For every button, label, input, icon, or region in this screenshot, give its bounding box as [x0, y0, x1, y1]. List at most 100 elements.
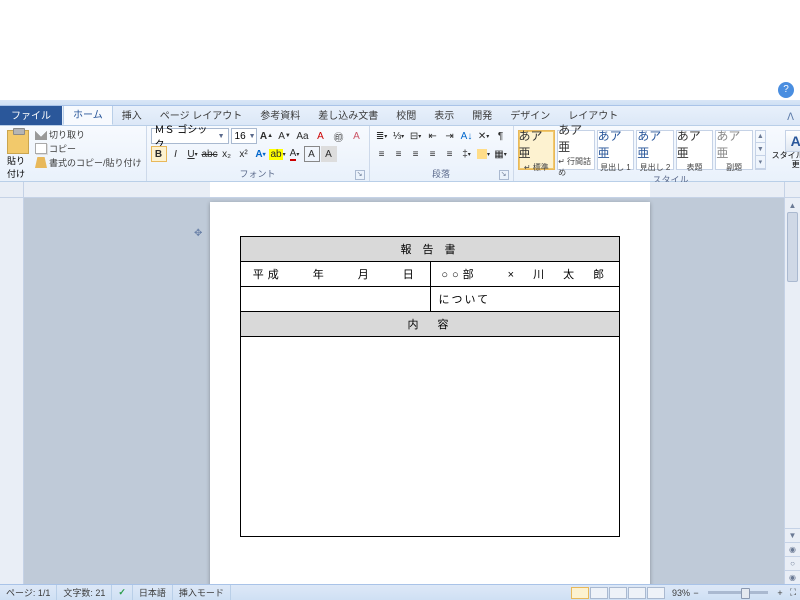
change-case-button[interactable]: Aa: [295, 128, 311, 144]
char-border-button[interactable]: A: [304, 146, 320, 162]
subscript-button[interactable]: x₂: [219, 146, 235, 162]
doc-subject-blank[interactable]: [241, 287, 431, 312]
doc-title-cell[interactable]: 報 告 書: [241, 237, 620, 262]
style-nospacing[interactable]: あア亜↵ 行間詰め: [557, 130, 595, 170]
vertical-scrollbar: ▲ ▼ ◉ ○ ◉: [784, 198, 800, 584]
group-font-label: フォント: [240, 169, 276, 179]
borders-button[interactable]: ▦▾: [493, 146, 509, 162]
grow-font-button[interactable]: A▲: [259, 128, 275, 144]
view-web-button[interactable]: [609, 587, 627, 599]
status-proofing[interactable]: ✓: [112, 585, 133, 600]
zoom-in-button[interactable]: +: [774, 588, 786, 598]
bullets-button[interactable]: ≣▾: [374, 128, 390, 144]
zoom-slider[interactable]: [708, 591, 768, 594]
doc-content-hdr[interactable]: 内 容: [241, 312, 620, 337]
char-shading-button[interactable]: A: [321, 146, 337, 162]
group-clipboard: 貼り付け 切り取り コピー 書式のコピー/貼り付け クリップボード↘: [0, 126, 147, 181]
font-launcher-icon[interactable]: ↘: [355, 170, 365, 180]
shrink-font-button[interactable]: A▼: [277, 128, 293, 144]
view-fullscreen-button[interactable]: [590, 587, 608, 599]
align-center-button[interactable]: ≡: [391, 146, 407, 162]
style-subtitle[interactable]: あア亜副題: [715, 130, 753, 170]
zoom-fit-icon[interactable]: ⛶: [786, 587, 800, 598]
tab-mailings[interactable]: 差し込み文書: [309, 104, 387, 125]
strikethrough-button[interactable]: abc: [202, 146, 218, 162]
status-language[interactable]: 日本語: [133, 585, 173, 600]
vertical-ruler[interactable]: [0, 198, 24, 584]
styles-up-icon[interactable]: ▲: [756, 131, 765, 144]
styles-down-icon[interactable]: ▼: [756, 143, 765, 156]
align-right-button[interactable]: ≡: [408, 146, 424, 162]
scroll-down-icon[interactable]: ▼: [785, 528, 800, 542]
doc-dept-cell[interactable]: ○○部 × 川 太 郎: [430, 262, 620, 287]
status-insert-mode[interactable]: 挿入モード: [173, 585, 231, 600]
scroll-thumb[interactable]: [787, 212, 798, 282]
status-page[interactable]: ページ: 1/1: [0, 585, 57, 600]
styles-more-icon[interactable]: ▾: [756, 156, 765, 169]
shading-button[interactable]: ▾: [476, 146, 492, 162]
numbering-button[interactable]: ⅓▾: [391, 128, 407, 144]
view-outline-button[interactable]: [628, 587, 646, 599]
zoom-out-button[interactable]: −: [690, 588, 702, 598]
next-page-icon[interactable]: ◉: [785, 570, 800, 584]
text-effects-button[interactable]: A▾: [253, 146, 269, 162]
tab-file[interactable]: ファイル: [0, 104, 62, 125]
line-spacing-button[interactable]: ‡▾: [459, 146, 475, 162]
bold-button[interactable]: B: [151, 146, 167, 162]
underline-button[interactable]: U▾: [185, 146, 201, 162]
align-left-button[interactable]: ≡: [374, 146, 390, 162]
view-print-layout-button[interactable]: [571, 587, 589, 599]
superscript-button[interactable]: x²: [236, 146, 252, 162]
format-painter-button[interactable]: 書式のコピー/貼り付け: [35, 156, 142, 169]
tab-developer[interactable]: 開発: [463, 104, 501, 125]
decrease-indent-button[interactable]: ⇤: [425, 128, 441, 144]
change-styles-icon: A: [785, 130, 800, 152]
style-normal[interactable]: あア亜↵ 標準: [518, 130, 556, 170]
document-canvas[interactable]: ✥ 報 告 書 平成 年 月 日 ○○部 × 川 太 郎 について 内 容: [24, 198, 784, 584]
prev-page-icon[interactable]: ◉: [785, 542, 800, 556]
show-marks-button[interactable]: ¶: [493, 128, 509, 144]
clear-formatting-button[interactable]: A: [349, 128, 365, 144]
multilevel-button[interactable]: ⊟▾: [408, 128, 424, 144]
doc-content-body[interactable]: [241, 337, 620, 537]
cut-button[interactable]: 切り取り: [35, 128, 142, 141]
browse-object-icon[interactable]: ○: [785, 556, 800, 570]
tab-insert[interactable]: 挿入: [113, 104, 151, 125]
change-styles-button[interactable]: A スタイルの変更: [768, 128, 800, 172]
highlight-button[interactable]: ab▾: [270, 146, 286, 162]
paragraph-launcher-icon[interactable]: ↘: [499, 170, 509, 180]
style-heading1[interactable]: あア亜見出し 1: [597, 130, 635, 170]
tab-view[interactable]: 表示: [425, 104, 463, 125]
font-size-combo[interactable]: 16▼: [231, 128, 257, 144]
style-heading2[interactable]: あア亜見出し 2: [636, 130, 674, 170]
tab-references[interactable]: 参考資料: [251, 104, 309, 125]
table-anchor-icon[interactable]: ✥: [194, 228, 202, 239]
paste-button[interactable]: 貼り付け: [4, 128, 32, 182]
increase-indent-button[interactable]: ⇥: [442, 128, 458, 144]
italic-button[interactable]: I: [168, 146, 184, 162]
phonetic-guide-button[interactable]: A: [313, 128, 329, 144]
view-draft-button[interactable]: [647, 587, 665, 599]
style-title[interactable]: あア亜表題: [676, 130, 714, 170]
report-table[interactable]: 報 告 書 平成 年 月 日 ○○部 × 川 太 郎 について 内 容: [240, 236, 620, 537]
asian-layout-button[interactable]: ✕▾: [476, 128, 492, 144]
doc-subject-cell[interactable]: について: [430, 287, 620, 312]
status-word-count[interactable]: 文字数: 21: [57, 585, 112, 600]
help-icon[interactable]: ?: [778, 82, 794, 98]
scroll-up-icon[interactable]: ▲: [785, 198, 800, 212]
tab-design[interactable]: デザイン: [501, 104, 559, 125]
tab-review[interactable]: 校閲: [387, 104, 425, 125]
font-name-combo[interactable]: ＭＳ ゴシック▼: [151, 128, 229, 144]
sort-button[interactable]: A↓: [459, 128, 475, 144]
doc-date-cell[interactable]: 平成 年 月 日: [241, 262, 431, 287]
distributed-button[interactable]: ≡: [442, 146, 458, 162]
justify-button[interactable]: ≡: [425, 146, 441, 162]
font-color-button[interactable]: A▾: [287, 146, 303, 162]
copy-button[interactable]: コピー: [35, 142, 142, 155]
horizontal-ruler[interactable]: [0, 182, 800, 198]
ribbon-tabs: ファイル ホーム 挿入 ページ レイアウト 参考資料 差し込み文書 校閲 表示 …: [0, 106, 800, 126]
enclose-char-button[interactable]: ㊞: [331, 128, 347, 144]
ribbon-minimize-icon[interactable]: ᐱ: [781, 112, 800, 125]
group-paragraph-label: 段落: [432, 169, 450, 179]
status-zoom-level[interactable]: 93%: [672, 588, 690, 598]
